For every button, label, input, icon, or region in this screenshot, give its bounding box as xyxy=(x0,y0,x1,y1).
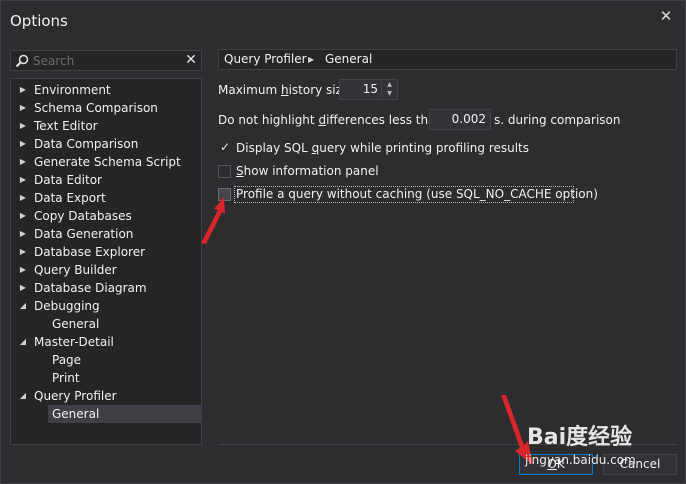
tree-item-label: Print xyxy=(52,371,80,385)
search-box: ✕ xyxy=(10,50,202,71)
tree-item[interactable]: ▶ Environment xyxy=(12,81,201,99)
collapsed-arrow-icon[interactable]: ▶ xyxy=(18,207,28,225)
collapsed-arrow-icon[interactable]: ▶ xyxy=(18,189,28,207)
show-info-panel-checkbox[interactable] xyxy=(218,165,231,178)
annotation-arrow-icon xyxy=(201,197,225,244)
tree-item-label: Schema Comparison xyxy=(34,101,158,115)
stepper-down-icon[interactable]: ▼ xyxy=(382,89,397,98)
collapsed-arrow-icon[interactable]: ▶ xyxy=(18,261,28,279)
tree-item[interactable]: Print xyxy=(12,369,201,387)
tree-item-label: Data Comparison xyxy=(34,137,139,151)
tree-item[interactable]: ▶ Database Diagram xyxy=(12,279,201,297)
collapsed-arrow-icon[interactable]: ▶ xyxy=(18,171,28,189)
options-dialog: Options ✕ ✕ ▶ Environment ▶ Schema Comparis… xyxy=(0,0,686,484)
tree-item-label: Debugging xyxy=(34,299,100,313)
tree-item[interactable]: ◢ Query Profiler xyxy=(12,387,201,405)
collapsed-arrow-icon[interactable]: ▶ xyxy=(18,225,28,243)
clear-search-icon[interactable]: ✕ xyxy=(184,52,198,69)
stepper-up-icon[interactable]: ▲ xyxy=(382,80,397,89)
tree-item-label: Data Editor xyxy=(34,173,102,187)
expanded-arrow-icon[interactable]: ◢ xyxy=(18,387,28,405)
breadcrumb-current: General xyxy=(325,52,373,66)
tree-item[interactable]: ▶ Data Generation xyxy=(12,225,201,243)
tree-item[interactable]: ▶ Database Explorer xyxy=(12,243,201,261)
watermark-logo: Bai度经验 xyxy=(527,425,633,450)
collapsed-arrow-icon[interactable]: ▶ xyxy=(18,243,28,261)
diff-threshold-suffix: s. during comparison xyxy=(494,113,621,127)
show-info-panel-label[interactable]: Show information panel xyxy=(236,164,379,178)
tree-item-label: Text Editor xyxy=(34,119,98,133)
tree-item-label: Copy Databases xyxy=(34,209,132,223)
collapsed-arrow-icon[interactable]: ▶ xyxy=(18,81,28,99)
tree-item[interactable]: ▶ Data Editor xyxy=(12,171,201,189)
checkmark-icon: ✓ xyxy=(220,140,231,154)
diff-threshold-label: Do not highlight differences less than xyxy=(218,113,444,127)
history-size-stepper[interactable]: 15 ▲ ▼ xyxy=(339,79,398,100)
tree-item-label: Data Generation xyxy=(34,227,134,241)
dialog-title: Options xyxy=(10,12,68,30)
expanded-arrow-icon[interactable]: ◢ xyxy=(18,333,28,351)
tree-item[interactable]: ◢ Debugging xyxy=(12,297,201,315)
history-size-value[interactable]: 15 xyxy=(363,82,378,96)
tree-item[interactable]: ▶ Generate Schema Script xyxy=(12,153,201,171)
tree-item[interactable]: ◢ Master-Detail xyxy=(12,333,201,351)
watermark-url: jingyan.baidu.com xyxy=(525,453,636,467)
tree-item-label: Database Diagram xyxy=(34,281,147,295)
search-input[interactable] xyxy=(33,52,183,69)
collapsed-arrow-icon[interactable]: ▶ xyxy=(18,153,28,171)
tree-item-label: Data Export xyxy=(34,191,106,205)
collapsed-arrow-icon[interactable]: ▶ xyxy=(18,99,28,117)
options-tree: ▶ Environment ▶ Schema Comparison ▶ Text Edit… xyxy=(10,78,202,445)
tree-item[interactable]: ▶ Copy Databases xyxy=(12,207,201,225)
tree-item-label: General xyxy=(52,317,100,331)
tree-item[interactable]: ▶ Data Comparison xyxy=(12,135,201,153)
search-icon xyxy=(15,54,29,68)
breadcrumb: Query Profiler ▶ General xyxy=(218,49,677,70)
title-bar: Options ✕ xyxy=(1,1,685,41)
tree-item[interactable]: ▶ Query Builder xyxy=(12,261,201,279)
tree-item-label: Page xyxy=(52,353,82,367)
tree-item[interactable]: Page xyxy=(12,351,201,369)
chevron-right-icon: ▶ xyxy=(308,55,315,64)
tree-item[interactable]: General xyxy=(12,315,201,333)
stepper-buttons: ▲ ▼ xyxy=(381,80,397,99)
tree-item[interactable]: ▶ Data Export xyxy=(12,189,201,207)
tree-item-label: Query Builder xyxy=(34,263,117,277)
diff-threshold-value[interactable]: 0.002 xyxy=(452,112,486,126)
tree-item-label: Master-Detail xyxy=(34,335,114,349)
tree-item-label: Environment xyxy=(34,83,111,97)
tree-item-label: General xyxy=(52,407,100,421)
expanded-arrow-icon[interactable]: ◢ xyxy=(18,297,28,315)
breadcrumb-parent: Query Profiler xyxy=(224,52,307,66)
tree-item-label: Database Explorer xyxy=(34,245,146,259)
diff-threshold-input[interactable]: 0.002 xyxy=(429,109,491,130)
tree-item[interactable]: ▶ Schema Comparison xyxy=(12,99,201,117)
history-size-label: Maximum history size: xyxy=(218,83,354,97)
display-sql-label[interactable]: Display SQL query while printing profili… xyxy=(236,141,529,155)
no-cache-label[interactable]: Profile a query without caching (use SQL… xyxy=(236,187,598,201)
tree-item-label: Query Profiler xyxy=(34,389,117,403)
display-sql-checkbox[interactable]: ✓ xyxy=(218,140,231,155)
tree-item-label: Generate Schema Script xyxy=(34,155,181,169)
collapsed-arrow-icon[interactable]: ▶ xyxy=(18,117,28,135)
close-icon[interactable]: ✕ xyxy=(657,7,675,25)
collapsed-arrow-icon[interactable]: ▶ xyxy=(18,135,28,153)
collapsed-arrow-icon[interactable]: ▶ xyxy=(18,279,28,297)
tree-item[interactable]: General xyxy=(48,405,201,423)
tree-item[interactable]: ▶ Text Editor xyxy=(12,117,201,135)
